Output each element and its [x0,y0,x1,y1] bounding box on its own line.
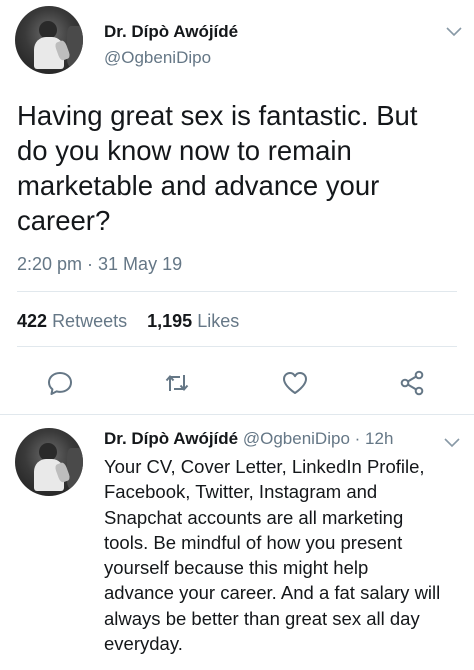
chevron-down-icon[interactable] [444,438,460,448]
reply-author-display-name[interactable]: Dr. Dípò Awójídé [104,429,238,448]
author-handle[interactable]: @OgbeniDipo [104,48,211,68]
reply-text: Your CV, Cover Letter, LinkedIn Profile,… [104,456,441,655]
chevron-down-icon[interactable] [446,27,462,37]
tweet-text: Having great sex is fantastic. But do yo… [17,100,418,236]
retweets-label: Retweets [52,311,128,331]
divider [17,291,457,292]
engagement-stats: 422 Retweets 1,195 Likes [17,311,239,332]
retweets-stat[interactable]: 422 Retweets [17,311,132,331]
reply-author-handle[interactable]: @OgbeniDipo [243,429,350,448]
heart-icon[interactable] [281,369,309,397]
divider [0,414,474,415]
likes-label: Likes [197,311,240,331]
reply-age[interactable]: 12h [365,429,393,448]
likes-count: 1,195 [147,311,193,331]
separator-dot: · [354,429,361,448]
share-icon[interactable] [398,369,426,397]
retweets-count: 422 [17,311,48,331]
tweet-timestamp[interactable]: 2:20 pm · 31 May 19 [17,254,182,275]
author-display-name[interactable]: Dr. Dípò Awójídé [104,22,238,42]
reply-icon[interactable] [46,369,74,397]
reply-author-avatar[interactable] [15,428,83,496]
author-avatar[interactable] [15,6,83,74]
retweet-icon[interactable] [163,369,191,397]
likes-stat[interactable]: 1,195 Likes [147,311,239,331]
reply-header: Dr. Dípò Awójídé @OgbeniDipo · 12h [104,429,393,449]
divider [17,346,457,347]
